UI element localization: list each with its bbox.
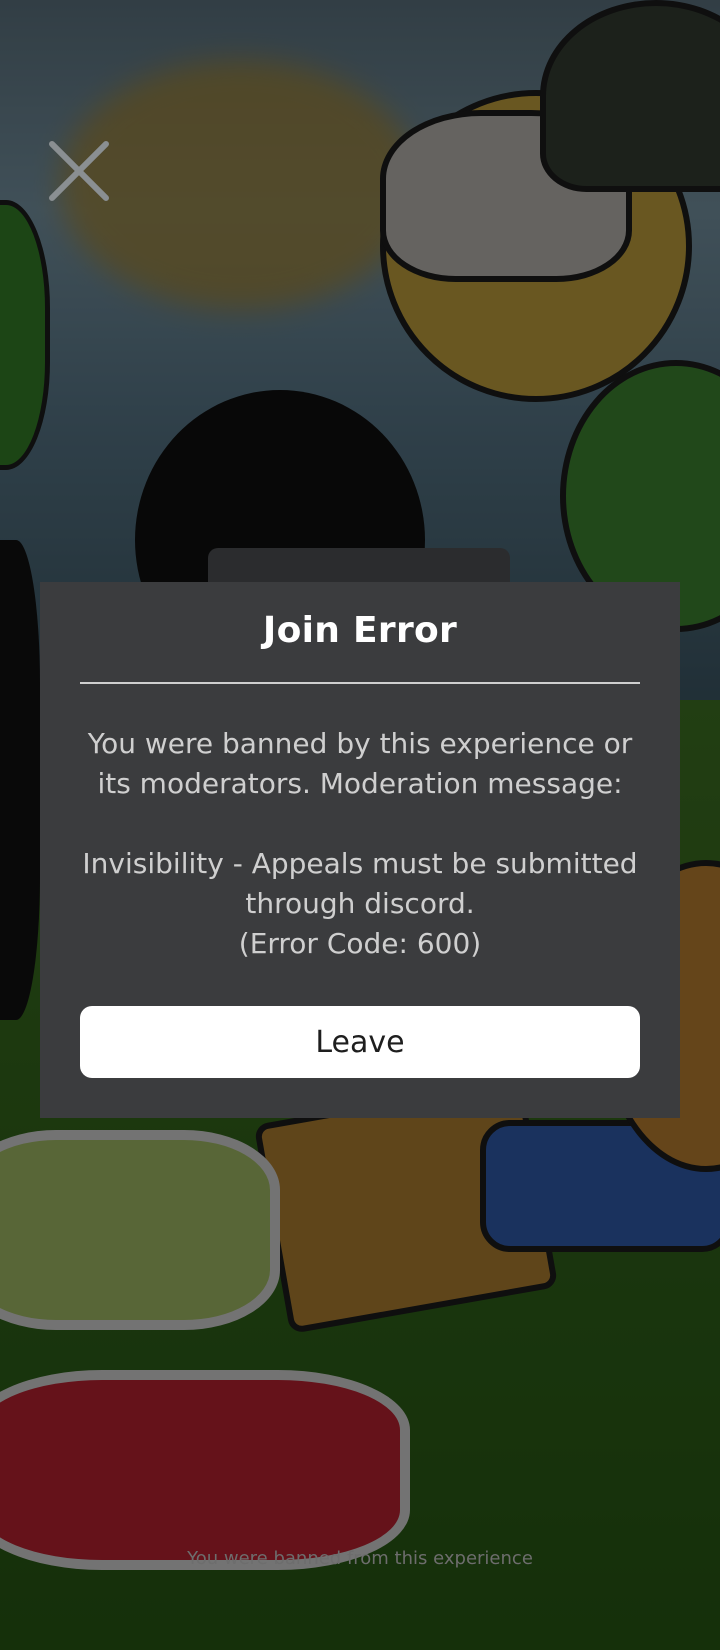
message-line: through discord. [245, 887, 475, 920]
error-message: You were banned by this experience or it… [80, 724, 640, 964]
message-line: its moderators. Moderation message: [97, 767, 623, 800]
join-error-dialog: Join Error You were banned by this exper… [40, 582, 680, 1118]
close-icon[interactable] [44, 136, 114, 206]
dialog-title: Join Error [262, 610, 458, 651]
message-line: You were banned by this experience or [87, 727, 633, 760]
game-screen: Join Error You were banned by this exper… [0, 0, 720, 1650]
message-line: Invisibility - Appeals must be submitted [82, 847, 638, 880]
title-divider [80, 682, 640, 684]
leave-button[interactable]: Leave [80, 1006, 640, 1078]
error-code: (Error Code: 600) [238, 927, 482, 960]
ban-status-text: You were banned from this experience [187, 1548, 533, 1569]
